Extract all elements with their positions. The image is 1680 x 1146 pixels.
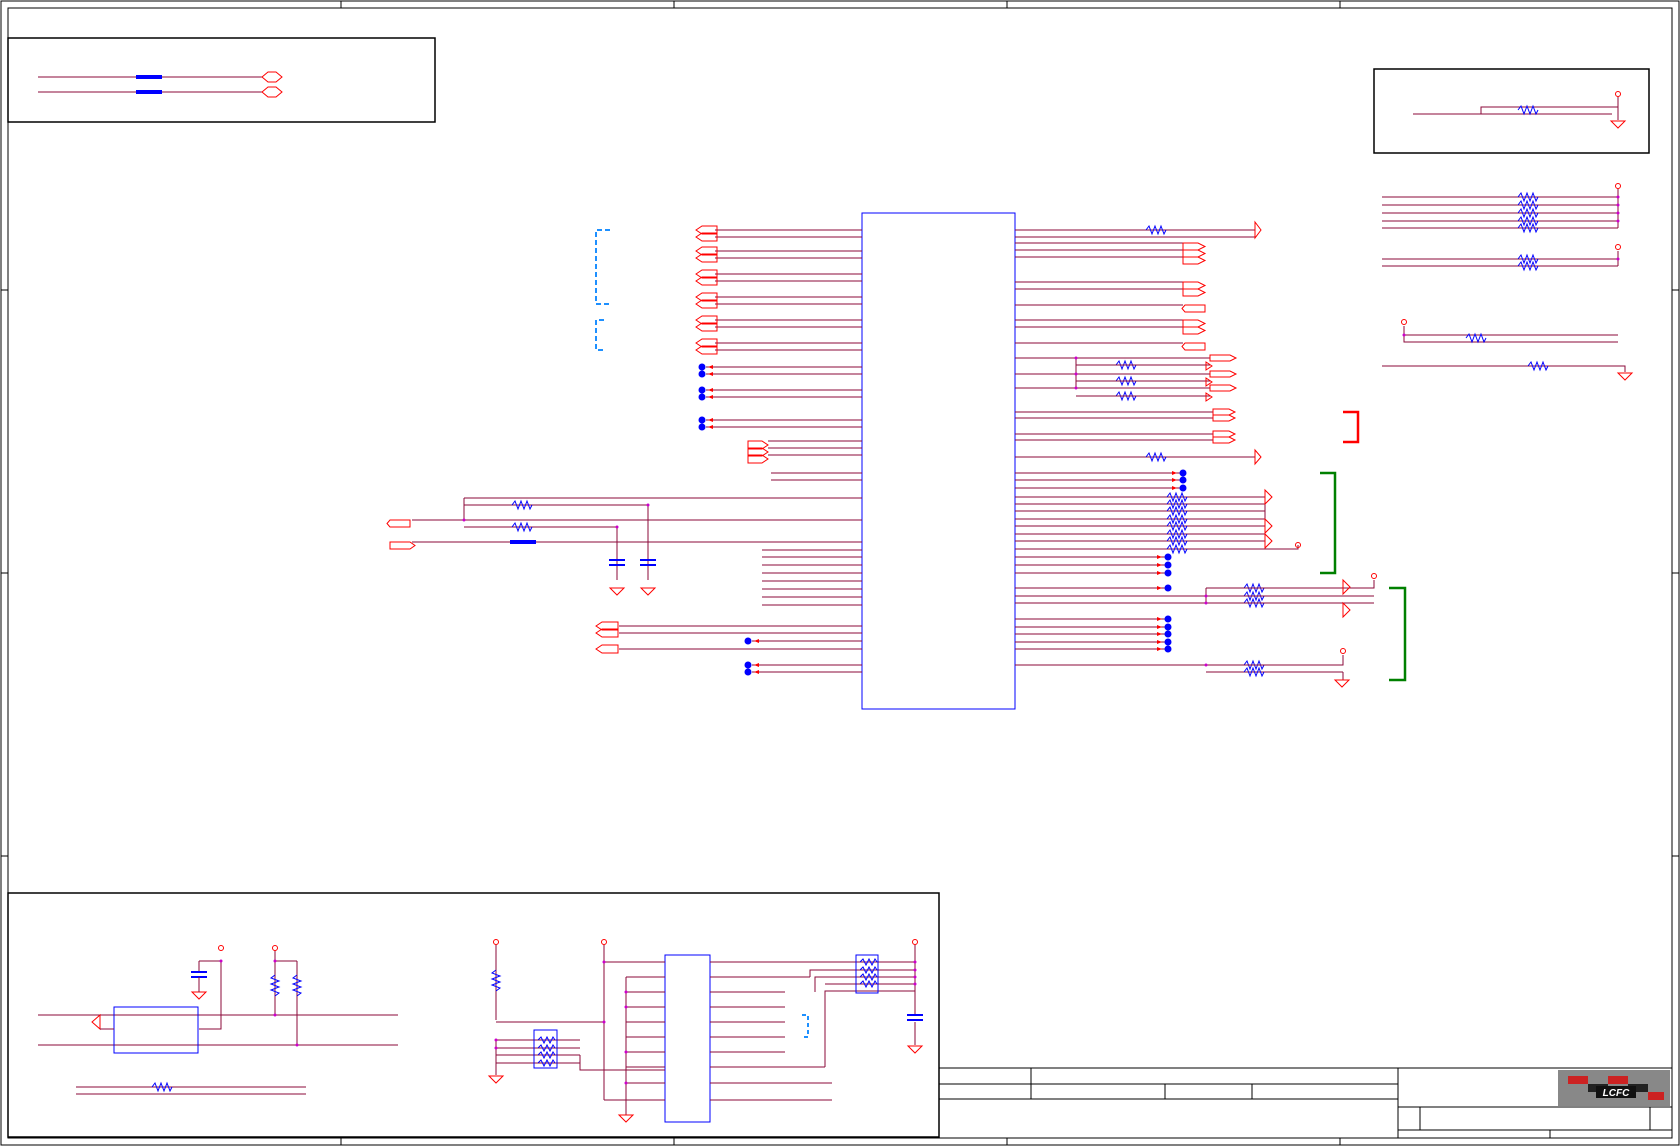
far-right-resistor-groups xyxy=(1382,183,1634,381)
main-ic-left-pins xyxy=(412,229,862,673)
bottom-left-block xyxy=(7,892,940,1138)
logo-text: LCFC xyxy=(1603,1088,1630,1099)
right-offpage-connectors xyxy=(1181,220,1377,688)
top-left-block xyxy=(7,37,436,123)
left-offpage-connectors xyxy=(386,225,769,654)
main-ic xyxy=(861,212,1016,710)
right-brackets xyxy=(1320,410,1407,682)
dashed-brackets xyxy=(595,229,610,351)
left-passives xyxy=(462,498,657,596)
schematic-sheet: LCFC xyxy=(0,0,1680,1146)
top-right-block xyxy=(1373,68,1650,154)
lcfc-logo: LCFC xyxy=(1558,1070,1670,1106)
right-passives xyxy=(1074,224,1375,680)
title-block: LCFC xyxy=(938,1067,1673,1139)
